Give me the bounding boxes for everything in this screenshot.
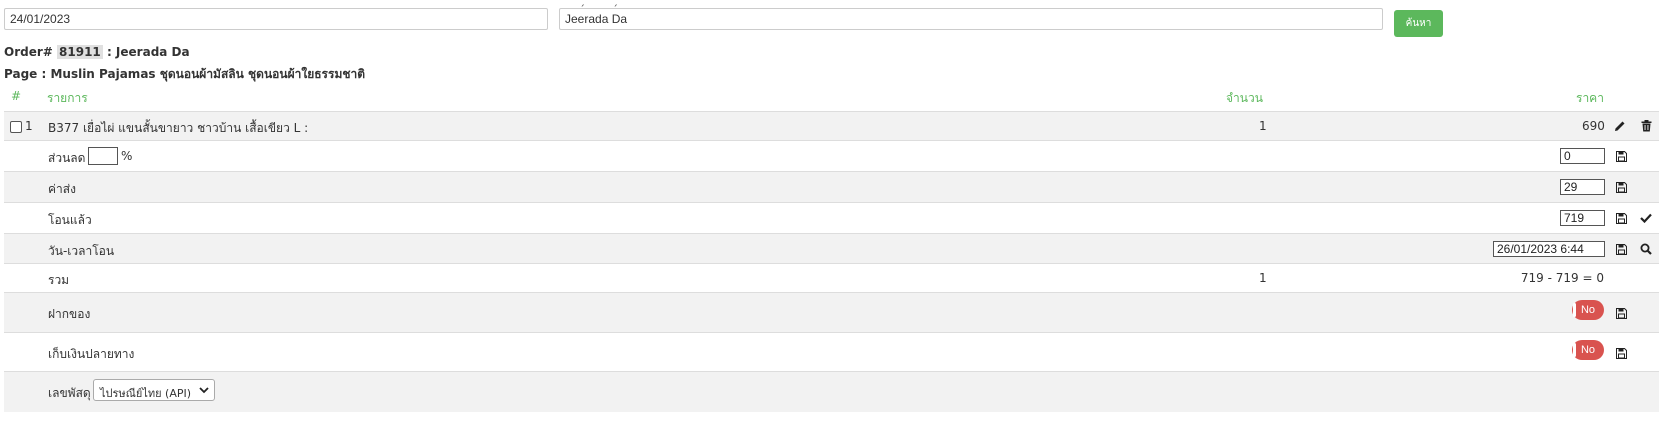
save-icon[interactable] — [1614, 149, 1628, 163]
header-price: ราคา — [1576, 91, 1604, 105]
tracking-label: เลขพัสดุ — [48, 386, 91, 400]
table-header: # รายการ จำนวน ราคา — [4, 87, 1659, 112]
order-number: 81911 — [57, 45, 103, 59]
search-icon[interactable] — [1639, 242, 1653, 256]
save-icon[interactable] — [1614, 211, 1628, 225]
header-qty: จำนวน — [1226, 91, 1263, 105]
save-icon[interactable] — [1614, 242, 1628, 256]
save-icon[interactable] — [1614, 306, 1628, 320]
carrier-select[interactable]: ไปรษณีย์ไทย (API) — [93, 379, 215, 401]
item-index: 1 — [25, 119, 33, 133]
search-bar: ค้นหา — [4, 8, 1659, 37]
trash-icon[interactable] — [1639, 119, 1653, 133]
total-label: รวม — [48, 273, 70, 287]
deposit-label: ฝากของ — [48, 307, 91, 321]
transfer-time-row: วัน-เวลาโอน 26/01/2023 6:44 — [4, 234, 1659, 264]
header-item: รายการ — [47, 91, 88, 105]
page-source-line: Page : Muslin Pajamas ชุดนอนผ้ามัสลิน ชุ… — [4, 67, 366, 81]
save-icon[interactable] — [1614, 346, 1628, 360]
cod-row: เก็บเงินปลายทาง No — [4, 333, 1659, 372]
order-table: # รายการ จำนวน ราคา 1 B377 เยื่อไผ่ แขนส… — [4, 87, 1659, 412]
total-calc: 719 - 719 = 0 — [1520, 271, 1604, 285]
item-qty: 1 — [1259, 119, 1267, 133]
check-icon[interactable] — [1639, 211, 1653, 225]
item-name: B377 เยื่อไผ่ แขนสั้นขายาว ชาวบ้าน เสื้อ… — [48, 121, 309, 135]
discount-label: ส่วนลด — [48, 151, 86, 165]
deposit-toggle[interactable]: No — [1572, 300, 1604, 320]
search-button[interactable]: ค้นหา — [1394, 10, 1443, 37]
chevron-down-icon — [197, 383, 211, 397]
save-icon[interactable] — [1614, 180, 1628, 194]
transferred-label: โอนแล้ว — [48, 213, 92, 227]
total-row: รวม 1 719 - 719 = 0 — [4, 264, 1659, 293]
tracking-row: เลขพัสดุ ไปรษณีย์ไทย (API) — [4, 372, 1659, 412]
item-row: 1 B377 เยื่อไผ่ แขนสั้นขายาว ชาวบ้าน เสื… — [4, 112, 1659, 141]
order-heading: Order# 81911 : Jeerada Da — [4, 45, 190, 59]
discount-row: ส่วนลด % 0 — [4, 141, 1659, 172]
order-customer: : Jeerada Da — [106, 45, 190, 59]
shipping-label: ค่าส่ง — [48, 182, 76, 196]
deposit-row: ฝากของ No — [4, 293, 1659, 333]
cod-toggle[interactable]: No — [1572, 340, 1604, 360]
item-price: 690 — [1582, 119, 1605, 133]
shipping-row: ค่าส่ง 29 — [4, 172, 1659, 203]
discount-percent-input[interactable] — [88, 147, 118, 165]
clipped-top-text: ˉ ˈ ˏ ˉ ˊ ˏ ˋ — [560, 0, 631, 7]
cod-label: เก็บเงินปลายทาง — [48, 347, 135, 361]
transferred-value-input[interactable]: 719 — [1560, 210, 1605, 226]
transferred-row: โอนแล้ว 719 — [4, 203, 1659, 234]
header-index: # — [11, 89, 22, 103]
shipping-value-input[interactable]: 29 — [1560, 179, 1605, 195]
discount-value-input[interactable]: 0 — [1560, 148, 1605, 164]
item-checkbox[interactable] — [10, 121, 22, 133]
transfer-time-label: วัน-เวลาโอน — [48, 244, 115, 258]
pencil-icon[interactable] — [1613, 119, 1627, 133]
total-qty: 1 — [1259, 271, 1267, 285]
customer-name-input[interactable] — [559, 8, 1383, 30]
carrier-select-value: ไปรษณีย์ไทย (API) — [100, 387, 192, 400]
date-filter-input[interactable] — [4, 8, 548, 30]
order-prefix: Order# — [4, 45, 53, 59]
discount-percent-sign: % — [121, 149, 133, 163]
transfer-time-input[interactable]: 26/01/2023 6:44 — [1493, 241, 1605, 257]
